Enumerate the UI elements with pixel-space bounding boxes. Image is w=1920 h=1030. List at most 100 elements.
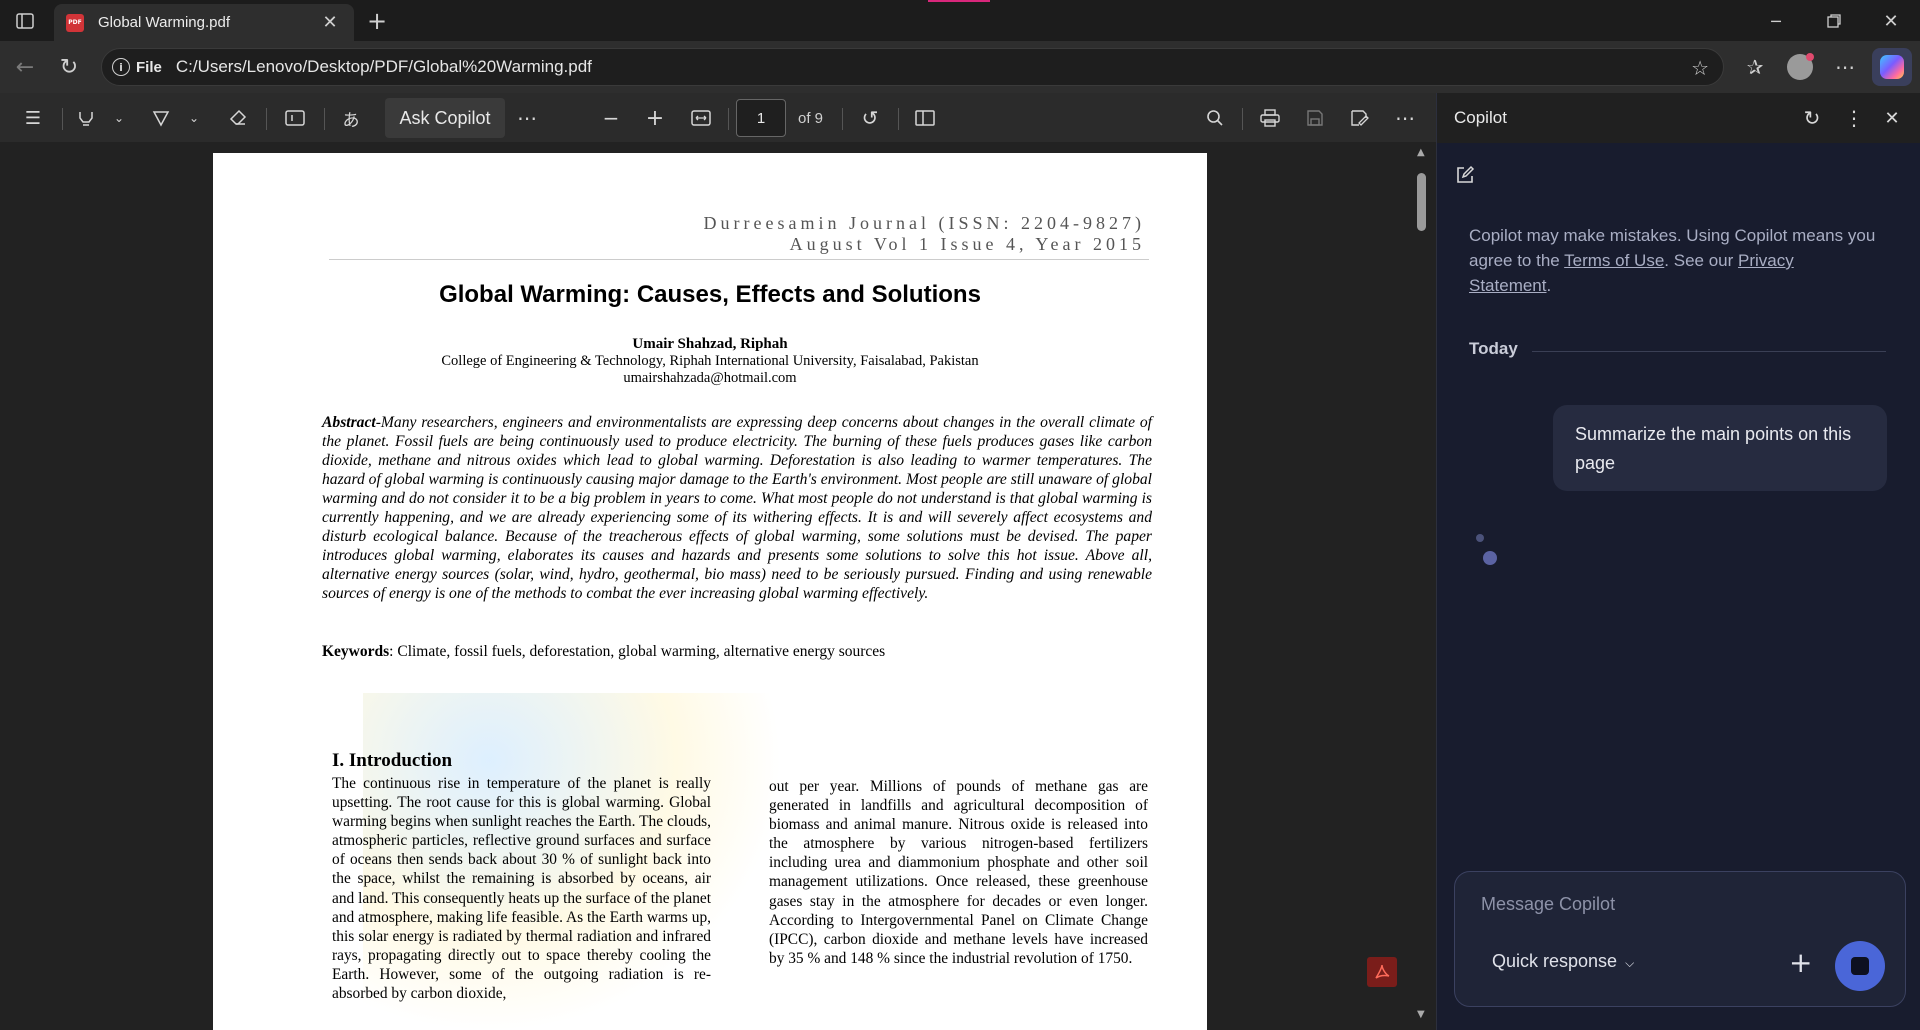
divider (728, 108, 729, 130)
divider (842, 108, 843, 130)
abstract-text: -Many researchers, engineers and environ… (322, 414, 1152, 602)
scroll-up-arrow-icon[interactable]: ▲ (1417, 147, 1425, 158)
ask-copilot-button[interactable]: Ask Copilot (385, 98, 505, 138)
draw-icon[interactable] (147, 93, 175, 143)
scroll-down-arrow-icon[interactable]: ▼ (1417, 1009, 1425, 1020)
highlight-dropdown-chevron-icon[interactable]: ⌄ (110, 93, 128, 143)
copilot-chat-area: Copilot may make mistakes. Using Copilot… (1437, 143, 1920, 1030)
add-attachment-icon[interactable]: + (1789, 949, 1812, 977)
loading-indicator-dot (1476, 534, 1484, 542)
draw-dropdown-chevron-icon[interactable]: ⌄ (185, 93, 203, 143)
zoom-in-icon[interactable]: + (640, 93, 670, 143)
refresh-icon[interactable]: ↻ (54, 52, 84, 82)
more-options-icon[interactable]: ⋯ (1830, 52, 1860, 82)
save-icon[interactable] (1300, 93, 1330, 143)
date-separator-label: Today (1469, 339, 1518, 358)
close-window-icon[interactable]: ✕ (1871, 6, 1911, 36)
file-scheme-label: File (136, 58, 162, 76)
copilot-title: Copilot (1454, 108, 1507, 127)
author-affiliation: College of Engineering & Technology, Rip… (213, 353, 1207, 387)
divider (324, 108, 325, 130)
page-view-icon[interactable] (910, 93, 940, 143)
favorites-icon[interactable]: ✰ (1740, 52, 1770, 82)
keywords: Keywords: Climate, fossil fuels, defores… (322, 643, 1152, 661)
copilot-logo-icon[interactable] (1872, 48, 1912, 86)
intro-heading: I. Introduction (332, 750, 453, 771)
affiliation-text: College of Engineering & Technology, Rip… (441, 353, 979, 369)
divider (62, 108, 63, 130)
panel-more-icon[interactable]: ⋮ (1839, 93, 1869, 143)
keywords-label: Keywords (322, 643, 390, 660)
close-tab-icon[interactable]: ✕ (318, 12, 342, 33)
rotate-icon[interactable]: ↺ (855, 93, 885, 143)
address-bar[interactable]: i File C:/Users/Lenovo/Desktop/PDF/Globa… (101, 48, 1724, 86)
journal-name: Durreesamin Journal (ISSN: 2204-9827) (703, 213, 1145, 233)
restore-icon[interactable] (1814, 6, 1854, 36)
add-text-icon[interactable] (280, 93, 310, 143)
page-number-input[interactable]: 1 (736, 99, 786, 137)
erase-icon[interactable] (224, 93, 252, 143)
chevron-down-icon: ⌵ (1625, 956, 1635, 970)
close-panel-icon[interactable]: ✕ (1877, 93, 1907, 143)
message-input[interactable] (1481, 894, 1861, 915)
terms-of-use-link[interactable]: Terms of Use (1564, 251, 1664, 270)
intro-column-left: The continuous rise in temperature of th… (332, 775, 711, 1003)
date-separator-line (1532, 351, 1886, 352)
copilot-panel: Copilot ↻ ⋮ ✕ Copilot may make mistakes.… (1436, 93, 1920, 1030)
divider (1242, 108, 1243, 130)
fit-page-icon[interactable] (686, 93, 716, 143)
stop-icon (1851, 957, 1869, 975)
response-mode-dropdown[interactable]: Quick response ⌵ (1492, 951, 1634, 972)
user-message-bubble: Summarize the main points on this page (1553, 405, 1887, 491)
paper-title: Global Warming: Causes, Effects and Solu… (439, 281, 981, 308)
print-icon[interactable] (1255, 93, 1285, 143)
minimize-icon[interactable]: ─ (1756, 6, 1796, 36)
abstract-label: Abstract (322, 414, 376, 431)
read-aloud-translate-icon[interactable]: あ (336, 93, 366, 143)
new-tab-icon[interactable]: + (362, 6, 392, 36)
favorite-star-icon[interactable]: ☆ (1691, 56, 1709, 80)
copilot-header: Copilot ↻ ⋮ ✕ (1437, 93, 1920, 143)
site-info-icon[interactable]: i (112, 58, 130, 76)
url-text[interactable]: C:/Users/Lenovo/Desktop/PDF/Global%20War… (176, 57, 592, 77)
abstract: Abstract-Many researchers, engineers and… (322, 413, 1152, 603)
journal-header: Durreesamin Journal (ISSN: 2204-9827) Au… (704, 213, 1145, 255)
header-rule (329, 259, 1149, 260)
intro-column-right: out per year. Millions of pounds of meth… (769, 778, 1148, 967)
acrobat-icon[interactable] (1367, 957, 1397, 987)
window-accent-indicator (928, 0, 990, 2)
tab-title: Global Warming.pdf (98, 14, 230, 31)
stop-generating-button[interactable] (1835, 941, 1885, 991)
title-bar: PDF Global Warming.pdf ✕ + ─ ✕ (0, 0, 1920, 41)
zoom-out-icon[interactable]: − (596, 93, 626, 143)
response-mode-label: Quick response (1492, 951, 1618, 971)
pdf-toolbar: ☰ ⌄ ⌄ あ Ask Copilot ⋯ − + 1 of 9 ↺ ⋯ (0, 93, 1436, 143)
back-icon[interactable]: ← (10, 52, 40, 82)
save-as-icon[interactable] (1345, 93, 1375, 143)
contents-list-icon[interactable]: ☰ (18, 93, 48, 143)
paper-author: Umair Shahzad, Riphah (632, 336, 788, 352)
document-viewport[interactable]: Durreesamin Journal (ISSN: 2204-9827) Au… (0, 143, 1436, 1030)
disclaimer-text: . (1546, 276, 1552, 295)
author-email: umairshahzada@hotmail.com (623, 370, 797, 386)
loading-indicator-dot (1483, 551, 1497, 565)
sidebar-toggle-icon[interactable] (12, 8, 38, 34)
profile-avatar[interactable] (1785, 52, 1815, 82)
disclaimer-text: . See our (1664, 251, 1739, 270)
pdf-page: Durreesamin Journal (ISSN: 2204-9827) Au… (213, 153, 1207, 1030)
keywords-text: : Climate, fossil fuels, deforestation, … (389, 643, 886, 660)
settings-more-icon[interactable]: ⋯ (1390, 93, 1420, 143)
pdf-file-icon: PDF (66, 13, 84, 32)
message-composer: Quick response ⌵ + (1454, 871, 1906, 1007)
scroll-thumb[interactable] (1417, 173, 1426, 231)
page-total-label: of 9 (798, 109, 824, 127)
search-icon[interactable] (1200, 93, 1230, 143)
active-tab[interactable]: PDF Global Warming.pdf ✕ (54, 4, 354, 41)
highlight-icon[interactable] (72, 93, 100, 143)
new-chat-icon[interactable] (1455, 165, 1475, 190)
divider (898, 108, 899, 130)
more-tools-icon[interactable]: ⋯ (512, 93, 542, 143)
divider (266, 108, 267, 130)
refresh-chat-icon[interactable]: ↻ (1797, 93, 1827, 143)
vertical-scrollbar[interactable]: ▲ ▼ (1412, 143, 1432, 1030)
